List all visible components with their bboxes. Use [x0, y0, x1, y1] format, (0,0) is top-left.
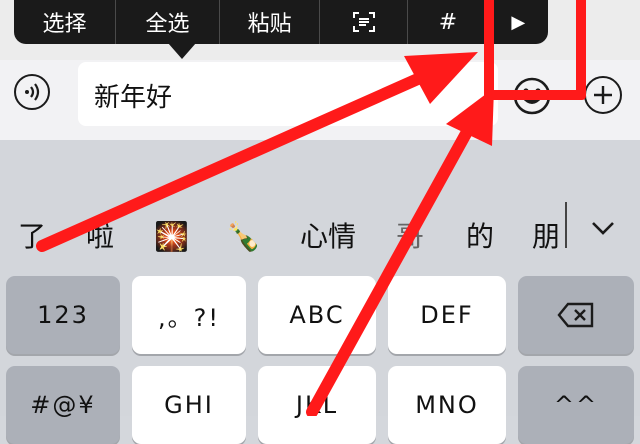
candidate-item[interactable]: 心情	[300, 220, 356, 254]
candidate-item[interactable]: 了	[18, 220, 46, 254]
chevron-down-icon[interactable]	[590, 218, 616, 238]
key-def[interactable]: DEF	[388, 276, 506, 354]
candidate-item[interactable]: 朋	[532, 220, 560, 254]
key-emoticon[interactable]: ^^	[518, 366, 634, 444]
key-punctuation[interactable]: ,。?!	[132, 276, 246, 354]
candidate-bar: 了 啦 🎇 🍾 心情 哥 的 朋	[0, 210, 640, 264]
key-mno[interactable]: MNO	[388, 366, 506, 444]
menu-select-all[interactable]: 全选	[116, 0, 221, 44]
plus-circle-button[interactable]	[584, 76, 622, 114]
candidate-item[interactable]: 啦	[86, 220, 114, 254]
menu-select[interactable]: 选择	[14, 0, 117, 44]
candidate-item[interactable]: 🍾	[226, 220, 261, 254]
menu-paste[interactable]: 粘贴	[220, 0, 321, 44]
voice-input-button[interactable]	[14, 74, 50, 110]
candidate-item[interactable]: 🎇	[154, 220, 189, 254]
scan-text-icon	[352, 12, 375, 32]
key-123[interactable]: 123	[6, 276, 120, 354]
text-cursor	[565, 202, 567, 248]
key-ghi[interactable]: GHI	[132, 366, 246, 444]
menu-hashtag[interactable]: #	[408, 0, 489, 44]
key-abc[interactable]: ABC	[258, 276, 376, 354]
menu-scan-text[interactable]	[320, 0, 409, 44]
key-symbols[interactable]: #@¥	[6, 366, 120, 444]
candidate-item[interactable]: 哥	[396, 220, 424, 254]
backspace-icon	[557, 302, 594, 328]
key-backspace[interactable]	[518, 276, 634, 354]
highlight-box	[484, 0, 586, 100]
voice-input-icon	[25, 83, 40, 101]
plus-circle-icon	[594, 86, 612, 104]
edit-context-menu: 选择 全选 粘贴 # ▶	[14, 0, 548, 44]
message-input-value: 新年好	[94, 83, 173, 113]
candidate-item[interactable]: 的	[466, 220, 494, 254]
key-jkl[interactable]: JKL	[258, 366, 376, 444]
menu-pointer	[168, 43, 196, 59]
message-input[interactable]: 新年好	[78, 62, 498, 126]
